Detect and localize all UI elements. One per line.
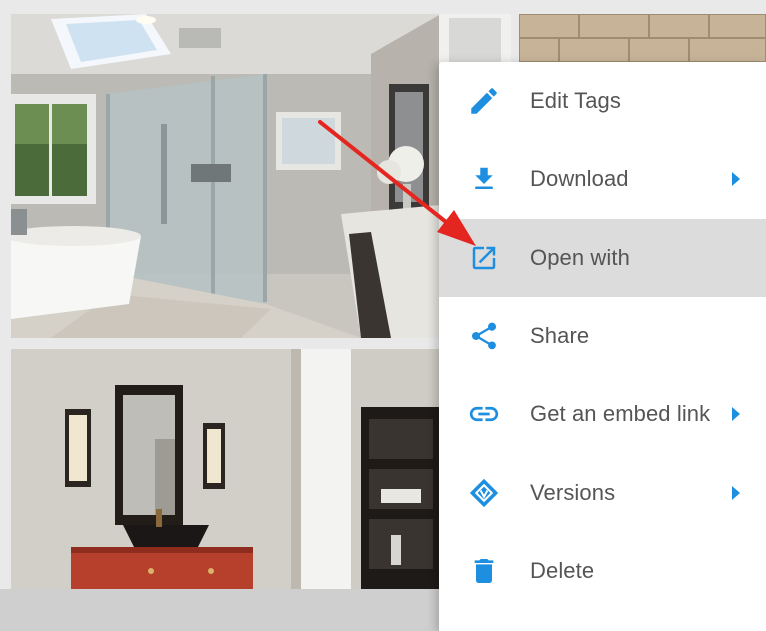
pencil-icon (467, 84, 501, 118)
menu-item-versions[interactable]: Versions (439, 453, 766, 531)
vanity-image (11, 349, 511, 589)
menu-item-label: Edit Tags (530, 88, 621, 114)
asset-thumbnail-bathroom[interactable] (11, 14, 511, 338)
menu-item-share[interactable]: Share (439, 297, 766, 375)
menu-item-label: Versions (530, 479, 616, 505)
trash-icon (467, 554, 501, 588)
asset-thumbnail-vanity[interactable] (11, 349, 511, 589)
chevron-right-icon (732, 172, 740, 187)
share-icon (467, 319, 501, 353)
menu-item-label: Delete (530, 557, 595, 583)
chevron-right-icon (732, 485, 740, 500)
bathroom-shower-image (11, 14, 511, 338)
menu-item-download[interactable]: Download (439, 140, 766, 218)
menu-item-label: Download (530, 166, 629, 192)
chevron-right-icon (732, 407, 740, 422)
menu-item-embed-link[interactable]: Get an embed link (439, 375, 766, 453)
menu-item-label: Open with (530, 244, 630, 270)
menu-item-label: Share (530, 323, 590, 349)
link-icon (467, 397, 501, 431)
menu-item-label: Get an embed link (530, 401, 711, 427)
open-external-icon (467, 241, 501, 275)
context-menu: Edit Tags Download Open with Share Get a… (439, 62, 766, 631)
menu-item-open-with[interactable]: Open with (439, 218, 766, 297)
menu-item-edit-tags[interactable]: Edit Tags (439, 62, 766, 140)
versions-icon (467, 476, 501, 510)
menu-item-delete[interactable]: Delete (439, 532, 766, 610)
download-icon (467, 162, 501, 196)
